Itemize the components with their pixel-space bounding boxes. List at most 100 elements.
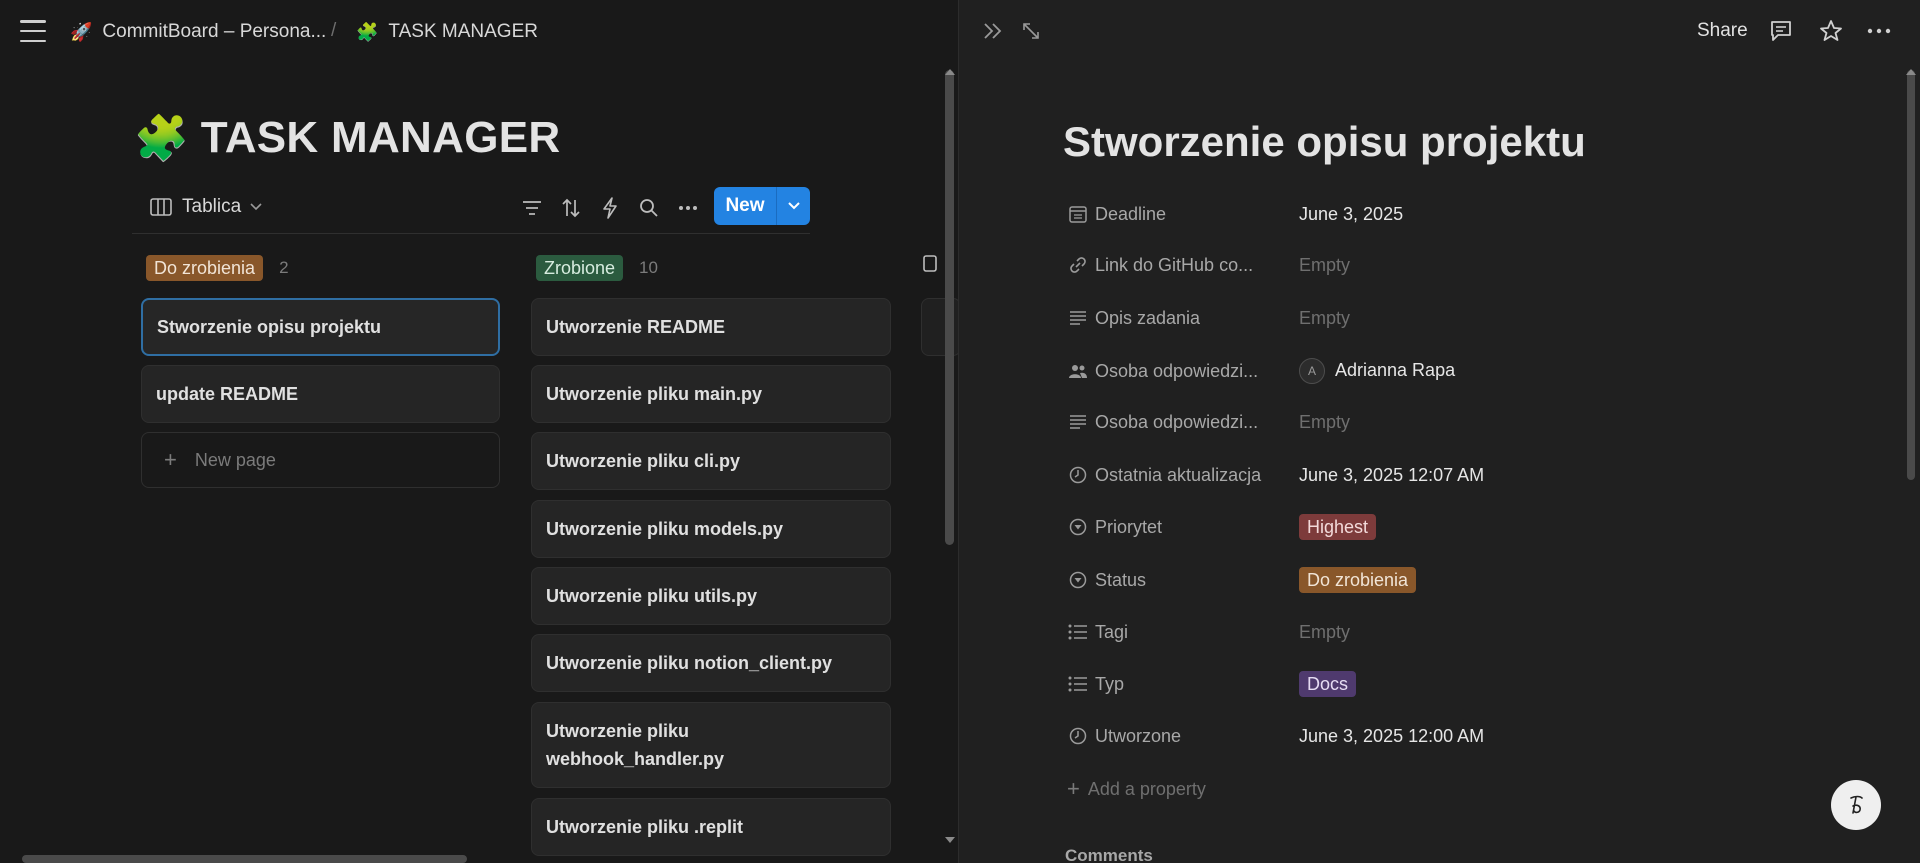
- property-value: Empty: [1299, 411, 1351, 432]
- board-card[interactable]: Utworzenie pliku webhook_handler.py: [531, 702, 891, 788]
- property-name: Status: [1095, 569, 1147, 590]
- detail-title[interactable]: Stworzenie opisu projektu: [1063, 118, 1586, 166]
- property-tags[interactable]: Tagi Empty: [1067, 616, 1827, 648]
- board-card[interactable]: Stworzenie opisu projektu: [141, 298, 500, 356]
- property-value[interactable]: A Adrianna Rapa: [1299, 358, 1455, 384]
- view-toolbar: Tablica New: [132, 184, 810, 234]
- board-view-icon: [150, 198, 172, 216]
- property-description[interactable]: Opis zadania Empty: [1067, 302, 1827, 334]
- plus-icon: +: [1067, 776, 1080, 801]
- property-last-edited[interactable]: Ostatnia aktualizacja June 3, 2025 12:07…: [1067, 459, 1827, 491]
- horizontal-scrollbar[interactable]: [22, 855, 467, 863]
- column-header-todo[interactable]: Do zrobienia 2: [146, 255, 289, 281]
- list-icon: [1067, 621, 1089, 643]
- board-card-title: Utworzenie pliku cli.py: [546, 450, 741, 471]
- view-tab-board[interactable]: Tablica: [150, 196, 273, 218]
- board-card-title: update README: [156, 383, 299, 404]
- collapse-panel-icon[interactable]: [983, 22, 1003, 40]
- board-card[interactable]: Utworzenie README: [531, 298, 891, 356]
- puzzle-icon: 🧩: [134, 114, 189, 163]
- property-github-link[interactable]: Link do GitHub co... Empty: [1067, 249, 1827, 281]
- scroll-up-icon[interactable]: [944, 68, 956, 76]
- status-badge: Zrobione: [536, 255, 624, 281]
- automation-icon[interactable]: [596, 194, 624, 222]
- top-bar: 🚀 CommitBoard – Persona... / 🧩 TASK MANA…: [0, 0, 958, 64]
- board-card-title: Utworzenie pliku notion_client.py: [546, 652, 833, 673]
- property-name: Utworzone: [1095, 725, 1182, 746]
- comments-heading: Comments: [1065, 846, 1153, 863]
- property-assignee[interactable]: Osoba odpowiedzi... A Adrianna Rapa: [1067, 355, 1827, 387]
- more-icon[interactable]: [1867, 28, 1891, 34]
- board-card[interactable]: update README: [141, 365, 500, 423]
- column-count: 2: [279, 258, 289, 277]
- share-button[interactable]: Share: [1697, 20, 1748, 42]
- property-name: Deadline: [1095, 203, 1167, 224]
- new-button-label: New: [725, 195, 765, 216]
- property-value: June 3, 2025: [1299, 203, 1404, 224]
- clock-icon: [1067, 725, 1089, 747]
- property-value: Empty: [1299, 254, 1351, 275]
- breadcrumb-page[interactable]: 🧩 TASK MANAGER: [356, 20, 538, 44]
- add-property-button[interactable]: + Add a property: [1067, 776, 1206, 802]
- property-status[interactable]: Status Do zrobienia: [1067, 564, 1827, 596]
- text-icon: [1067, 411, 1089, 433]
- sort-icon[interactable]: [557, 194, 585, 222]
- board-card[interactable]: Utworzenie pliku cli.py: [531, 432, 891, 490]
- board-card-title: Utworzenie README: [546, 316, 726, 337]
- search-icon[interactable]: [635, 194, 663, 222]
- comment-icon[interactable]: [1769, 20, 1793, 42]
- vertical-scrollbar[interactable]: [945, 70, 954, 545]
- clock-icon: [1067, 464, 1089, 486]
- column-header-done[interactable]: Zrobione 10: [536, 255, 658, 281]
- assignee-name: Adrianna Rapa: [1335, 359, 1456, 380]
- property-name: Priorytet: [1095, 516, 1163, 537]
- board-card[interactable]: Utworzenie pliku notion_client.py: [531, 634, 891, 692]
- property-value: June 3, 2025 12:00 AM: [1299, 725, 1485, 746]
- select-icon: [1067, 516, 1089, 538]
- property-name: Opis zadania: [1095, 307, 1201, 328]
- priority-badge: Highest: [1299, 514, 1377, 540]
- property-name: Link do GitHub co...: [1095, 254, 1254, 275]
- property-assignee-text[interactable]: Osoba odpowiedzi... Empty: [1067, 406, 1827, 438]
- expand-icon[interactable]: [1021, 21, 1041, 41]
- select-icon: [1067, 569, 1089, 591]
- board-card[interactable]: Utworzenie pliku .replit: [531, 798, 891, 856]
- page-title-text[interactable]: TASK MANAGER: [201, 113, 561, 163]
- property-priority[interactable]: Priorytet Highest: [1067, 511, 1827, 543]
- board-card[interactable]: Utworzenie pliku utils.py: [531, 567, 891, 625]
- board-card-title: Utworzenie pliku .replit: [546, 816, 744, 837]
- property-name: Typ: [1095, 673, 1125, 694]
- property-created[interactable]: Utworzone June 3, 2025 12:00 AM: [1067, 720, 1827, 752]
- property-value: June 3, 2025 12:07 AM: [1299, 464, 1485, 485]
- link-icon: [1067, 254, 1089, 276]
- more-icon[interactable]: [674, 194, 702, 222]
- breadcrumb-workspace[interactable]: 🚀 CommitBoard – Persona...: [70, 20, 326, 44]
- new-button[interactable]: New: [714, 187, 810, 225]
- property-deadline[interactable]: Deadline June 3, 2025: [1067, 198, 1827, 230]
- chevron-down-icon[interactable]: [777, 201, 810, 211]
- help-button[interactable]: [1831, 780, 1881, 830]
- board-card[interactable]: Utworzenie pliku models.py: [531, 500, 891, 558]
- board-card[interactable]: Utworzenie pliku main.py: [531, 365, 891, 423]
- property-name: Osoba odpowiedzi...: [1095, 360, 1259, 381]
- scroll-down-icon[interactable]: [944, 836, 956, 844]
- help-icon: [1850, 795, 1863, 814]
- plus-icon: +: [164, 447, 177, 472]
- board-card-title: Utworzenie pliku main.py: [546, 383, 763, 404]
- star-icon[interactable]: [1819, 19, 1843, 43]
- puzzle-icon: 🧩: [356, 21, 379, 42]
- status-badge: Do zrobienia: [146, 255, 264, 281]
- property-type[interactable]: Typ Docs: [1067, 668, 1827, 700]
- new-page-label: New page: [194, 449, 276, 470]
- menu-icon[interactable]: [20, 20, 46, 42]
- column-header-partial[interactable]: [922, 253, 942, 275]
- filter-icon[interactable]: [518, 194, 546, 222]
- page-title: 🧩 TASK MANAGER: [134, 112, 560, 164]
- vertical-scrollbar[interactable]: [1907, 70, 1915, 480]
- new-page-button[interactable]: + New page: [141, 432, 500, 488]
- property-name: Osoba odpowiedzi...: [1095, 411, 1259, 432]
- board-card-title: Utworzenie pliku models.py: [546, 518, 784, 539]
- calendar-icon: [1067, 203, 1089, 225]
- board-pane: 🚀 CommitBoard – Persona... / 🧩 TASK MANA…: [0, 0, 958, 863]
- scroll-up-icon[interactable]: [1905, 68, 1917, 76]
